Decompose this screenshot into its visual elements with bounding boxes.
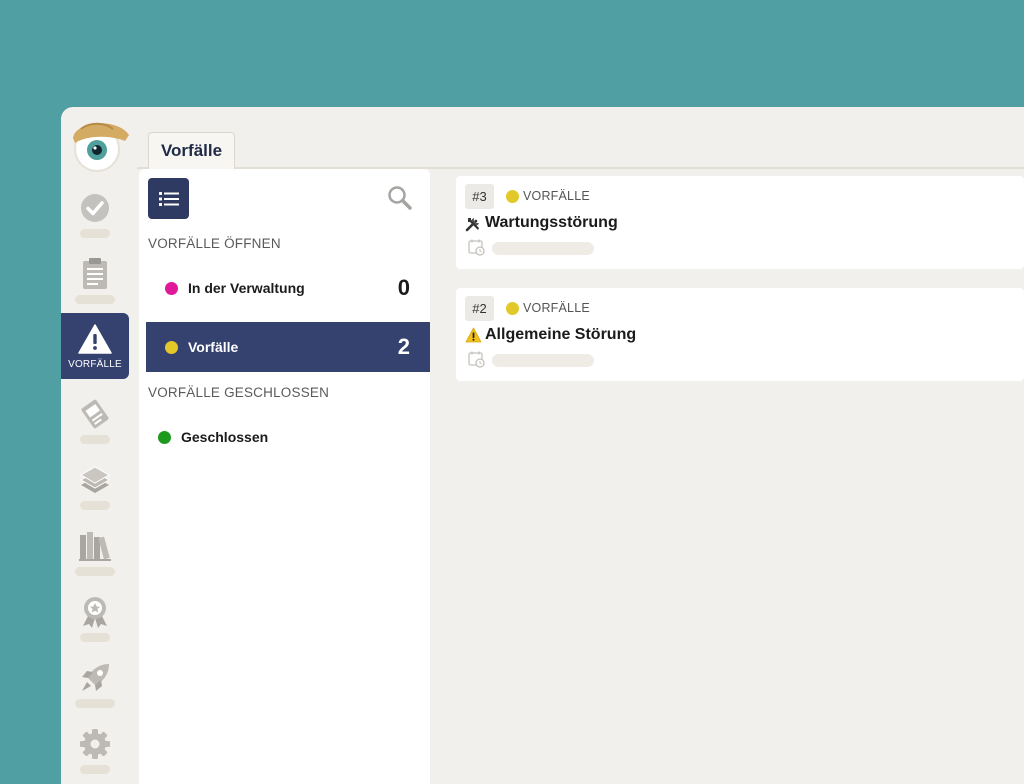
search-icon <box>388 186 412 210</box>
sidebar-item-label: VORFÄLLE <box>68 359 122 370</box>
section-title-open: VORFÄLLE ÖFFNEN <box>148 236 281 251</box>
sidebar-item-label-placeholder <box>75 566 115 576</box>
status-dot-yellow <box>506 302 519 315</box>
sidebar-item-ticket[interactable] <box>61 387 129 453</box>
app-window: VORFÄLLE Vorfälle VORFÄLLE ÖFFNEN In der… <box>61 107 1024 784</box>
tools-icon <box>465 215 482 232</box>
incident-title-row: Allgemeine Störung <box>465 326 636 344</box>
incident-number: #2 <box>465 296 494 321</box>
incident-card[interactable]: #3 VORFÄLLE Wartungsstörung <box>456 176 1024 269</box>
incident-number: #3 <box>465 184 494 209</box>
incident-status: VORFÄLLE <box>523 189 590 203</box>
date-placeholder <box>492 354 594 367</box>
category-row-vorfaelle[interactable]: Vorfälle 2 <box>146 322 430 372</box>
sidebar-item-label-placeholder <box>75 294 115 304</box>
warning-icon <box>465 327 482 343</box>
check-circle-icon <box>78 191 112 225</box>
category-row-verwaltung[interactable]: In der Verwaltung 0 <box>146 263 430 313</box>
logo-eye-with-hat <box>71 119 129 172</box>
list-view-button[interactable] <box>148 178 189 219</box>
sidebar-item-vorfaelle[interactable]: VORFÄLLE <box>61 313 129 379</box>
stack-icon <box>78 463 112 497</box>
clipboard-icon <box>78 257 112 291</box>
sidebar-item-label-placeholder <box>80 228 110 238</box>
sidebar-item-stack[interactable] <box>61 453 129 519</box>
category-name: Vorfälle <box>188 339 239 355</box>
sidebar-item-check[interactable] <box>61 181 129 247</box>
list-icon <box>158 191 179 206</box>
sidebar-item-rocket[interactable] <box>61 651 129 717</box>
sidebar-item-settings[interactable] <box>61 717 129 783</box>
status-dot-yellow <box>165 340 178 354</box>
category-name: In der Verwaltung <box>188 280 305 296</box>
sidebar-item-clipboard[interactable] <box>61 247 129 313</box>
date-placeholder <box>492 242 594 255</box>
category-row-geschlossen[interactable]: Geschlossen <box>139 412 423 462</box>
search-button[interactable] <box>387 185 413 211</box>
incident-title: Wartungsstörung <box>485 214 618 231</box>
category-count: 0 <box>397 275 410 300</box>
sidebar-item-label-placeholder <box>80 632 110 642</box>
sidebar-item-label-placeholder <box>75 698 115 708</box>
incident-category-panel: VORFÄLLE ÖFFNEN In der Verwaltung 0 Vorf… <box>139 169 430 784</box>
tab-vorfaelle[interactable]: Vorfälle <box>148 132 235 169</box>
rocket-icon <box>78 661 112 695</box>
sidebar-item-label-placeholder <box>80 764 110 774</box>
incident-title: Allgemeine Störung <box>485 326 637 343</box>
incident-title-row: Wartungsstörung <box>465 214 618 232</box>
incident-card[interactable]: #2 VORFÄLLE Allgemeine Störung <box>456 288 1024 381</box>
status-dot-magenta <box>165 281 178 295</box>
status-dot-green <box>158 430 171 444</box>
sidebar-item-award[interactable] <box>61 585 129 651</box>
sidebar-item-label-placeholder <box>80 434 110 444</box>
category-name: Geschlossen <box>181 429 269 445</box>
incident-status: VORFÄLLE <box>523 301 590 315</box>
award-icon <box>78 595 112 629</box>
calendar-clock-icon <box>468 239 485 256</box>
calendar-clock-icon <box>468 351 485 368</box>
warning-icon <box>78 322 112 356</box>
sidebar: VORFÄLLE <box>61 107 137 784</box>
status-dot-yellow <box>506 190 519 203</box>
sidebar-item-books[interactable] <box>61 519 129 585</box>
section-title-closed: VORFÄLLE GESCHLOSSEN <box>148 385 330 400</box>
category-count: 2 <box>397 334 410 359</box>
sidebar-item-label-placeholder <box>80 500 110 510</box>
books-icon <box>78 529 112 563</box>
ticket-icon <box>78 397 112 431</box>
gear-icon <box>78 727 112 761</box>
